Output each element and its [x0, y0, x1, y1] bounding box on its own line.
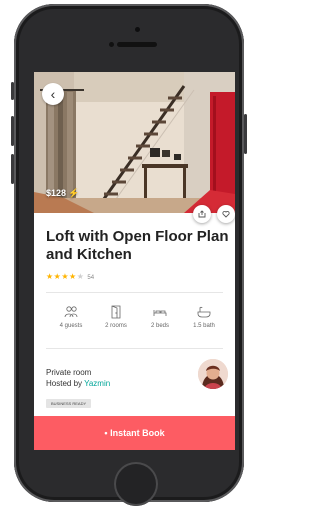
instant-book-bolt-icon: ⚡: [68, 188, 80, 198]
business-ready-badge: BUSINESS READY: [46, 399, 92, 408]
amenity-beds: 2 beds: [138, 305, 182, 329]
save-button[interactable]: [217, 205, 235, 223]
mute-switch: [11, 82, 14, 100]
room-type: Private room: [46, 368, 92, 377]
price-value: $128: [46, 188, 67, 198]
beds-icon: [153, 310, 167, 316]
divider: [46, 292, 223, 293]
guests-icon: [64, 306, 78, 318]
listing-photo[interactable]: ‹ $128 ⚡: [34, 72, 235, 213]
volume-up-button: [11, 116, 14, 146]
amenity-guests: 4 guests: [49, 305, 93, 329]
share-icon: [198, 210, 206, 218]
amenity-label: 2 beds: [150, 323, 169, 329]
earpiece-speaker: [117, 42, 157, 47]
rooms-icon: [111, 305, 121, 319]
sensor: [109, 42, 114, 47]
front-camera: [135, 27, 140, 32]
heart-icon: [222, 211, 230, 218]
host-avatar[interactable]: [198, 359, 228, 389]
volume-down-button: [11, 154, 14, 184]
star-icon: ★: [46, 272, 54, 281]
amenity-label: 2 rooms: [105, 323, 127, 329]
host-photo: [198, 359, 228, 389]
host-name-link[interactable]: Yazmin: [84, 379, 110, 388]
star-icon: ★: [61, 272, 70, 281]
star-icon: ★: [69, 272, 77, 281]
divider: [46, 348, 223, 349]
share-button[interactable]: [193, 205, 211, 223]
price-label: $128 ⚡: [46, 188, 79, 199]
amenity-label: 1.5 bath: [193, 323, 215, 329]
instant-book-button[interactable]: • Instant Book: [34, 416, 235, 450]
back-button[interactable]: ‹: [42, 83, 64, 105]
chevron-left-icon: ‹: [50, 86, 56, 102]
bath-icon: [197, 306, 211, 318]
host-line: Hosted by Yazmin: [46, 379, 110, 388]
amenity-rooms: 2 rooms: [94, 305, 138, 329]
review-count: 54: [87, 275, 95, 281]
rating-row: ★★★★★ 54: [46, 272, 94, 281]
amenity-label: 4 guests: [59, 323, 83, 329]
app-screen: ‹ $128 ⚡ Loft with Open Floor Plan and Ki…: [34, 72, 235, 450]
host-prefix: Hosted by: [46, 379, 85, 388]
listing-title: Loft with Open Floor Plan and Kitchen: [46, 228, 229, 263]
amenity-bath: 1.5 bath: [182, 305, 226, 329]
home-button: [114, 462, 158, 506]
star-empty-icon: ★: [76, 272, 85, 281]
power-button: [244, 114, 247, 154]
